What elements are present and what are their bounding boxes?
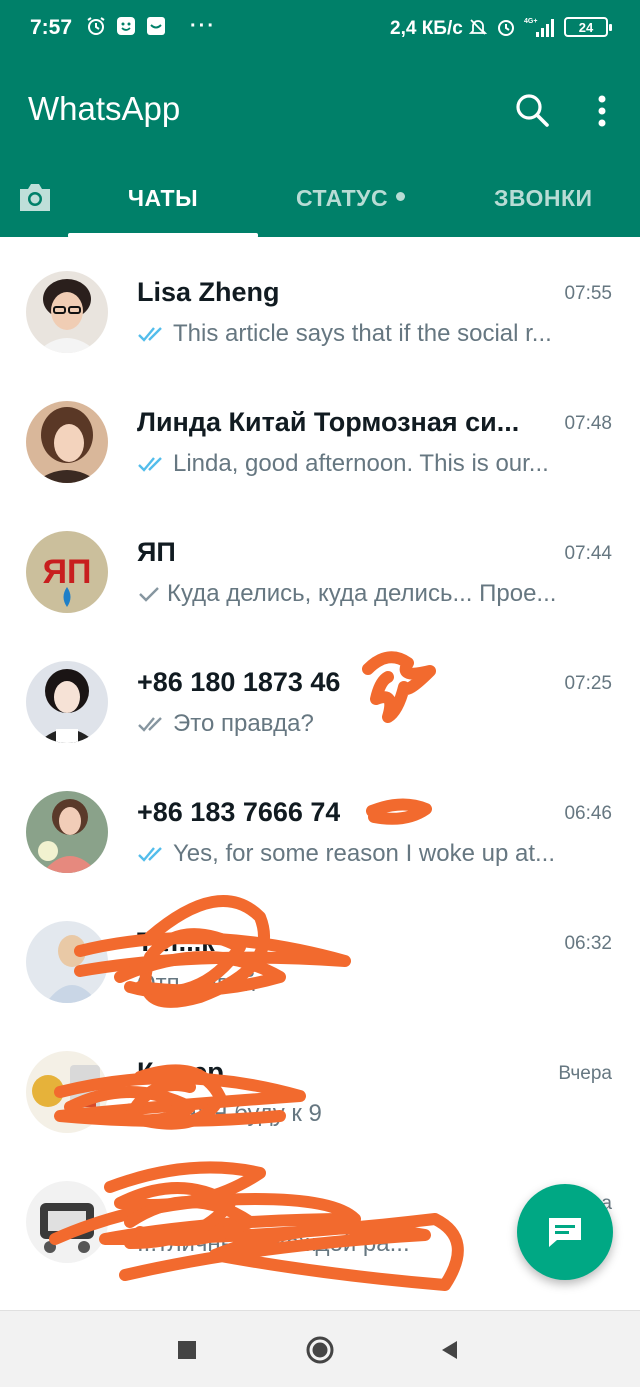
chat-name: +86 183 7666 74 (137, 797, 341, 827)
chat-preview-text: Это правда? (173, 710, 314, 737)
avatar[interactable] (26, 1051, 108, 1133)
camera-icon[interactable] (16, 179, 54, 215)
circle-icon (306, 1336, 334, 1364)
double-check-read-icon (138, 847, 162, 862)
more-vert-icon[interactable] (588, 92, 616, 132)
triangle-back-icon (442, 1341, 457, 1359)
avatar[interactable] (26, 1181, 108, 1263)
chat-preview: Yes, for some reason I woke up at... (137, 840, 555, 868)
network-speed: 2,4 КБ/с (390, 18, 463, 39)
chat-name: К...нер (137, 1057, 224, 1087)
chat-preview: Это правда? (137, 710, 314, 738)
square-icon (178, 1341, 196, 1359)
chat-preview-text: Yes, for some reason I woke up at... (173, 840, 555, 867)
tab-calls[interactable]: ЗВОНКИ (494, 185, 593, 212)
chat-preview: ...тличные к каждой ра... (137, 1230, 410, 1258)
chat-row[interactable]: Lisa Zheng 07:55 This article says that … (0, 237, 640, 367)
chat-preview-text: Linda, good afternoon. This is our... (173, 450, 549, 477)
chat-time: 06:46 (564, 803, 612, 824)
chat-preview-text: Куда делись, куда делись... Прое... (167, 580, 557, 607)
chat-preview-text: ...тличные к каждой ра... (137, 1230, 410, 1257)
chat-list: Lisa Zheng 07:55 This article says that … (0, 237, 640, 1310)
nav-back-button[interactable] (433, 1333, 467, 1367)
status-update-dot (396, 192, 406, 202)
chat-preview-text: This article says that if the social r..… (173, 320, 552, 347)
chat-time: 07:55 (564, 283, 612, 304)
tab-chats[interactable]: ЧАТЫ (68, 185, 258, 212)
smiley-app-icon (117, 17, 135, 35)
nav-recents-button[interactable] (170, 1333, 204, 1367)
chat-row[interactable]: +86 180 1873 46 07:25 Это правда? (0, 627, 640, 757)
avatar[interactable] (26, 661, 108, 743)
nav-home-button[interactable] (303, 1333, 337, 1367)
tab-bar: ЧАТЫ СТАТУС ЗВОНКИ (0, 165, 640, 238)
chat-name: ЯП (137, 537, 176, 567)
status-icons-right: 4G+ 24 (468, 16, 612, 38)
chat-preview: ...ана: Я буду к 9 (137, 1100, 322, 1128)
avatar[interactable]: ЯП (26, 531, 108, 613)
chat-name: Линда Китай Тормозная си... (137, 407, 520, 437)
avatar-logo-text: ЯП (43, 553, 92, 591)
chat-row[interactable]: Тат...к 06:32 Отп...ывай (0, 887, 640, 1017)
network-type: 4G+ (524, 18, 537, 25)
chat-row[interactable]: Линда Китай Тормозная си... 07:48 Linda,… (0, 367, 640, 497)
avatar[interactable] (26, 401, 108, 483)
alarm-icon (87, 17, 105, 35)
notification-app-icon (147, 17, 165, 35)
alarm-icon-right (498, 20, 514, 36)
double-check-read-icon (138, 457, 162, 472)
tab-status[interactable]: СТАТУС (296, 185, 406, 212)
avatar[interactable] (26, 791, 108, 873)
double-check-delivered-icon (138, 717, 162, 732)
more-notifications: ··· (190, 15, 216, 37)
chat-row[interactable]: К...нер Вчера ...ана: Я буду к 9 (0, 1017, 640, 1147)
new-chat-icon (549, 1218, 581, 1247)
system-nav-bar (0, 1310, 640, 1387)
tab-status-label: СТАТУС (296, 185, 389, 211)
chat-preview-text: Отп...ывай (137, 970, 257, 997)
chat-preview: This article says that if the social r..… (137, 320, 552, 348)
chat-name: Тат...к (137, 927, 215, 957)
chat-name: +86 180 1873 46 (137, 667, 341, 697)
chat-time: 07:48 (564, 413, 612, 434)
chat-time: Вчера (558, 1063, 612, 1084)
chat-row[interactable]: +86 183 7666 74 06:46 Yes, for some reas… (0, 757, 640, 887)
status-bar: 7:57 ··· 2,4 КБ/с 4G+ 24 (0, 0, 640, 62)
status-icons-left: ··· (86, 16, 216, 36)
app-bar: WhatsApp ЧАТЫ СТАТУС ЗВОНКИ (0, 62, 640, 238)
chat-time: 07:44 (564, 543, 612, 564)
double-check-read-icon (138, 327, 162, 342)
chat-time: 06:32 (564, 933, 612, 954)
app-title: WhatsApp (28, 90, 181, 127)
battery-icon: 24 (564, 17, 612, 37)
chat-preview: Linda, good afternoon. This is our... (137, 450, 549, 478)
chat-name: ... (137, 1187, 160, 1217)
new-chat-button[interactable] (517, 1184, 613, 1280)
battery-level: 24 (578, 19, 594, 35)
mute-bell-icon (468, 19, 488, 35)
chat-row[interactable]: ЯП ЯП 07:44 Куда делись, куда делись... … (0, 497, 640, 627)
single-check-icon (139, 587, 159, 602)
signal-icon: 4G+ (524, 18, 554, 37)
avatar[interactable] (26, 921, 108, 1003)
chat-time: 07:25 (564, 673, 612, 694)
chat-preview-text: ...ана: Я буду к 9 (137, 1100, 322, 1127)
avatar[interactable] (26, 271, 108, 353)
status-time: 7:57 (30, 16, 73, 39)
chat-preview: Куда делись, куда делись... Прое... (137, 580, 556, 608)
search-icon[interactable] (512, 90, 552, 130)
chat-preview: Отп...ывай (137, 970, 256, 998)
chat-name: Lisa Zheng (137, 277, 280, 307)
